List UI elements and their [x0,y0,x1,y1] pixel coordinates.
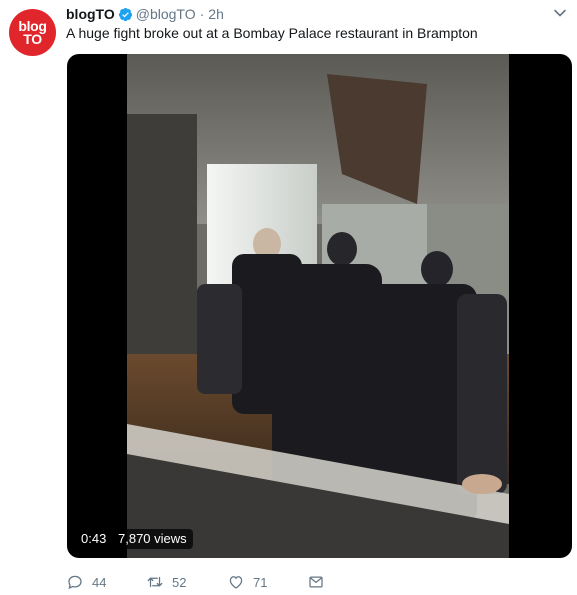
video-duration-badge: 0:43 [75,529,113,549]
avatar-text-line2: TO [23,30,42,47]
retweet-button[interactable]: 52 [146,573,186,591]
separator-dot: · [199,6,205,22]
timestamp[interactable]: 2h [208,6,224,22]
video-player[interactable]: 0:43 7,870 views [67,54,572,558]
verified-badge-icon [118,7,133,22]
envelope-icon [309,576,323,588]
retweet-count: 52 [172,574,187,590]
user-handle[interactable]: @blogTO [136,6,196,22]
reply-button[interactable]: 44 [66,573,106,591]
chevron-down-icon[interactable] [553,6,567,20]
video-frame [127,54,509,558]
tweet-header: blogTO @blogTO · 2h [66,4,224,24]
heart-icon [229,576,243,589]
like-count: 71 [253,574,268,590]
direct-message-button[interactable] [307,573,325,591]
tweet-text: A huge fight broke out at a Bombay Palac… [66,25,478,41]
avatar[interactable]: blog TO [9,9,56,56]
like-button[interactable]: 71 [227,573,267,591]
video-views-badge: 7,870 views [112,529,193,549]
reply-count: 44 [92,574,107,590]
display-name[interactable]: blogTO [66,6,115,22]
reply-icon [68,575,82,590]
tweet-card[interactable]: blog TO blogTO @blogTO · 2h A huge fight… [0,0,577,595]
retweet-icon [147,576,163,588]
